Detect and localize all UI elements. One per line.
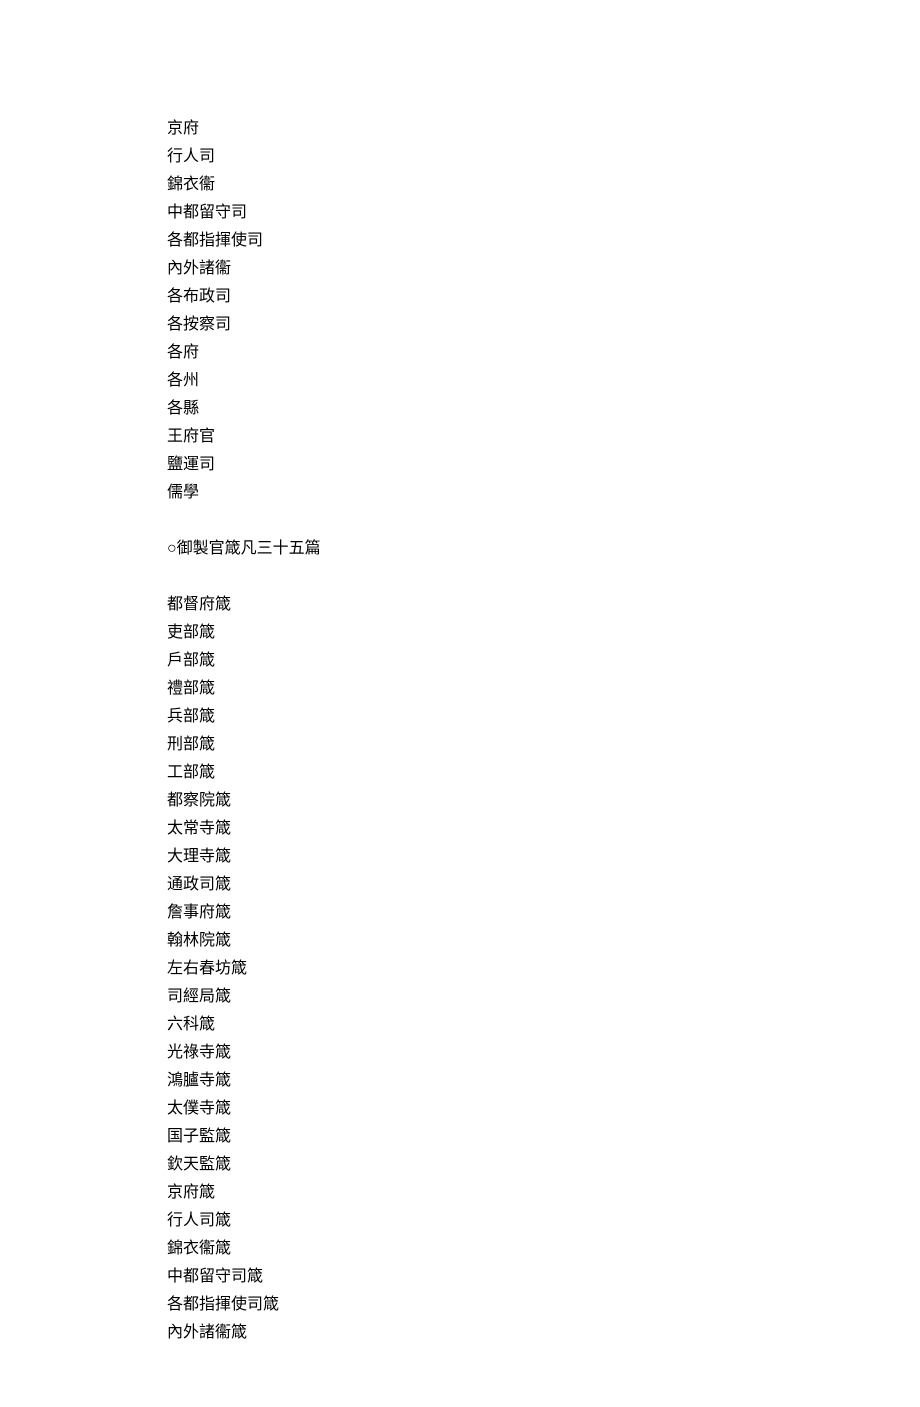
section-break-2 — [167, 563, 920, 591]
text-line: 錦衣衞 — [167, 171, 920, 199]
text-line: 王府官 — [167, 423, 920, 451]
text-line: 各都指揮使司箴 — [167, 1291, 920, 1319]
text-line: 工部箴 — [167, 759, 920, 787]
text-line: 吏部箴 — [167, 619, 920, 647]
text-line: 左右春坊箴 — [167, 955, 920, 983]
text-line: 欽天監箴 — [167, 1151, 920, 1179]
text-line: 行人司 — [167, 143, 920, 171]
text-line: 各府 — [167, 339, 920, 367]
text-line: 翰林院箴 — [167, 927, 920, 955]
text-line: 各布政司 — [167, 283, 920, 311]
text-line: 中都留守司 — [167, 199, 920, 227]
text-line: 太常寺箴 — [167, 815, 920, 843]
text-line: 各按察司 — [167, 311, 920, 339]
section-break-1 — [167, 507, 920, 535]
text-line: 禮部箴 — [167, 675, 920, 703]
text-line: 詹事府箴 — [167, 899, 920, 927]
text-line: 京府 — [167, 115, 920, 143]
text-line: 戶部箴 — [167, 647, 920, 675]
text-line: 国子監箴 — [167, 1123, 920, 1151]
text-line: 兵部箴 — [167, 703, 920, 731]
document-content: 京府行人司錦衣衞中都留守司各都指揮使司內外諸衞各布政司各按察司各府各州各縣王府官… — [167, 115, 920, 1347]
text-line: 都督府箴 — [167, 591, 920, 619]
text-line: 各縣 — [167, 395, 920, 423]
text-line: 內外諸衞 — [167, 255, 920, 283]
section-heading: ○御製官箴凡三十五篇 — [167, 535, 920, 563]
text-line: 儒學 — [167, 479, 920, 507]
text-line: 各州 — [167, 367, 920, 395]
text-line: 通政司箴 — [167, 871, 920, 899]
text-line: 六科箴 — [167, 1011, 920, 1039]
text-line: 刑部箴 — [167, 731, 920, 759]
text-line: 各都指揮使司 — [167, 227, 920, 255]
text-line: 錦衣衞箴 — [167, 1235, 920, 1263]
text-line: 中都留守司箴 — [167, 1263, 920, 1291]
text-line: 太僕寺箴 — [167, 1095, 920, 1123]
text-line: 鴻臚寺箴 — [167, 1067, 920, 1095]
text-line: 大理寺箴 — [167, 843, 920, 871]
text-line: 鹽運司 — [167, 451, 920, 479]
text-line: 京府箴 — [167, 1179, 920, 1207]
text-line: 光祿寺箴 — [167, 1039, 920, 1067]
section-2: 都督府箴吏部箴戶部箴禮部箴兵部箴刑部箴工部箴都察院箴太常寺箴大理寺箴通政司箴詹事… — [167, 591, 920, 1347]
section-1: 京府行人司錦衣衞中都留守司各都指揮使司內外諸衞各布政司各按察司各府各州各縣王府官… — [167, 115, 920, 507]
text-line: 司經局箴 — [167, 983, 920, 1011]
text-line: 內外諸衞箴 — [167, 1319, 920, 1347]
text-line: 行人司箴 — [167, 1207, 920, 1235]
text-line: 都察院箴 — [167, 787, 920, 815]
